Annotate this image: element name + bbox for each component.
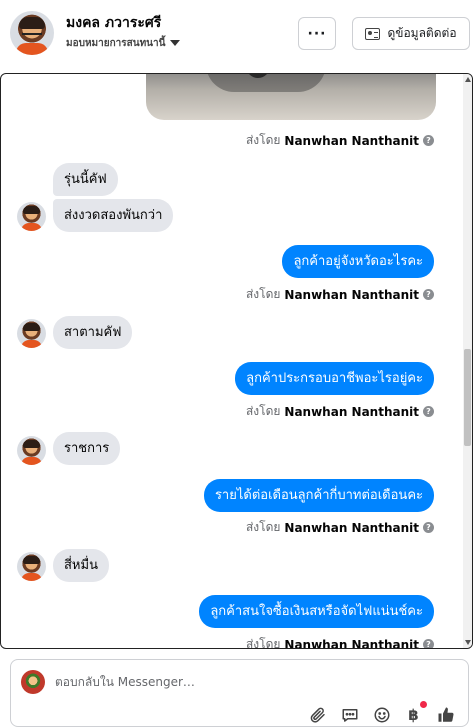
sent-by-label: ส่งโดย Nanwhan Nanthanit ? — [246, 285, 434, 304]
sent-by-label: ส่งโดย Nanwhan Nanthanit ? — [246, 635, 434, 649]
outgoing-message[interactable]: ลูกค้าอยู่จังหวัดอะไรคะ — [282, 245, 434, 278]
incoming-message[interactable]: ราชการ — [53, 432, 121, 465]
customer-avatar-small — [17, 202, 46, 231]
help-icon[interactable]: ? — [423, 406, 434, 417]
paperclip-icon[interactable] — [307, 704, 328, 725]
caret-down-icon — [170, 40, 181, 46]
help-icon[interactable]: ? — [423, 289, 434, 300]
outgoing-message[interactable]: รายได้ต่อเดือนลูกค้ากี่บาทต่อเดือนคะ — [203, 479, 434, 512]
reply-input[interactable] — [55, 672, 435, 692]
incoming-message[interactable]: ส่งงวดสองพันกว่า — [53, 199, 174, 232]
scrollbar-thumb[interactable] — [464, 349, 471, 446]
incoming-message[interactable]: รุ่นนี้คัฟ — [53, 163, 118, 196]
assign-label: มอบหมายการสนทนานี้ — [66, 38, 166, 49]
assign-conversation-dropdown[interactable]: มอบหมายการสนทนานี้ — [66, 36, 181, 51]
more-options-button[interactable]: ··· — [298, 17, 336, 50]
sender-name[interactable]: Nanwhan Nanthanit — [284, 638, 419, 649]
sent-by-label: ส่งโดย Nanwhan Nanthanit ? — [246, 131, 434, 150]
sent-by-label: ส่งโดย Nanwhan Nanthanit ? — [246, 402, 434, 421]
scroll-down-icon[interactable] — [465, 640, 471, 645]
help-icon[interactable]: ? — [423, 522, 434, 533]
contact-card-icon — [365, 27, 381, 40]
customer-avatar-small — [17, 552, 46, 581]
chat-bubble-icon[interactable] — [339, 704, 360, 725]
sent-by-label: ส่งโดย Nanwhan Nanthanit ? — [246, 518, 434, 537]
customer-avatar-small — [17, 319, 46, 348]
message-thread[interactable]: ส่งโดย Nanwhan Nanthanit ? รุ่นนี้คัฟ ส่… — [0, 73, 473, 649]
customer-name[interactable]: มงคล ภวาระศรี — [66, 12, 161, 34]
notification-dot — [420, 701, 427, 708]
outgoing-message[interactable]: ลูกค้าประกรอบอาชีพอะไรอยู่คะ — [235, 362, 434, 395]
sender-name[interactable]: Nanwhan Nanthanit — [284, 288, 419, 302]
view-contact-label: ดูข้อมูลติดต่อ — [387, 26, 457, 40]
reply-composer: ฿ — [10, 659, 469, 727]
help-icon[interactable]: ? — [423, 639, 434, 648]
conversation-header: มงคล ภวาระศรี มอบหมายการสนทนานี้ ··· ดูข… — [0, 0, 473, 70]
sender-name[interactable]: Nanwhan Nanthanit — [284, 521, 419, 535]
incoming-message[interactable]: สาตามคัฟ — [53, 316, 133, 349]
customer-avatar[interactable] — [10, 11, 54, 55]
incoming-message[interactable]: สี่หมื่น — [53, 549, 109, 582]
shared-photo[interactable] — [146, 74, 436, 120]
view-contact-button[interactable]: ดูข้อมูลติดต่อ — [352, 17, 470, 50]
page-avatar — [21, 670, 45, 694]
scroll-up-icon[interactable] — [465, 77, 471, 82]
outgoing-message[interactable]: ลูกค้าสนใจซื้อเงินสหรือจัดไฟแน่นช์คะ — [199, 595, 434, 628]
thread-scrollbar[interactable] — [463, 74, 472, 648]
baht-icon[interactable]: ฿ — [403, 701, 427, 725]
thumbs-up-icon[interactable] — [435, 704, 456, 725]
help-icon[interactable]: ? — [423, 135, 434, 146]
emoji-icon[interactable] — [371, 704, 392, 725]
customer-avatar-small — [17, 436, 46, 465]
composer-toolbar: ฿ — [307, 701, 456, 725]
sender-name[interactable]: Nanwhan Nanthanit — [284, 134, 419, 148]
sender-name[interactable]: Nanwhan Nanthanit — [284, 405, 419, 419]
